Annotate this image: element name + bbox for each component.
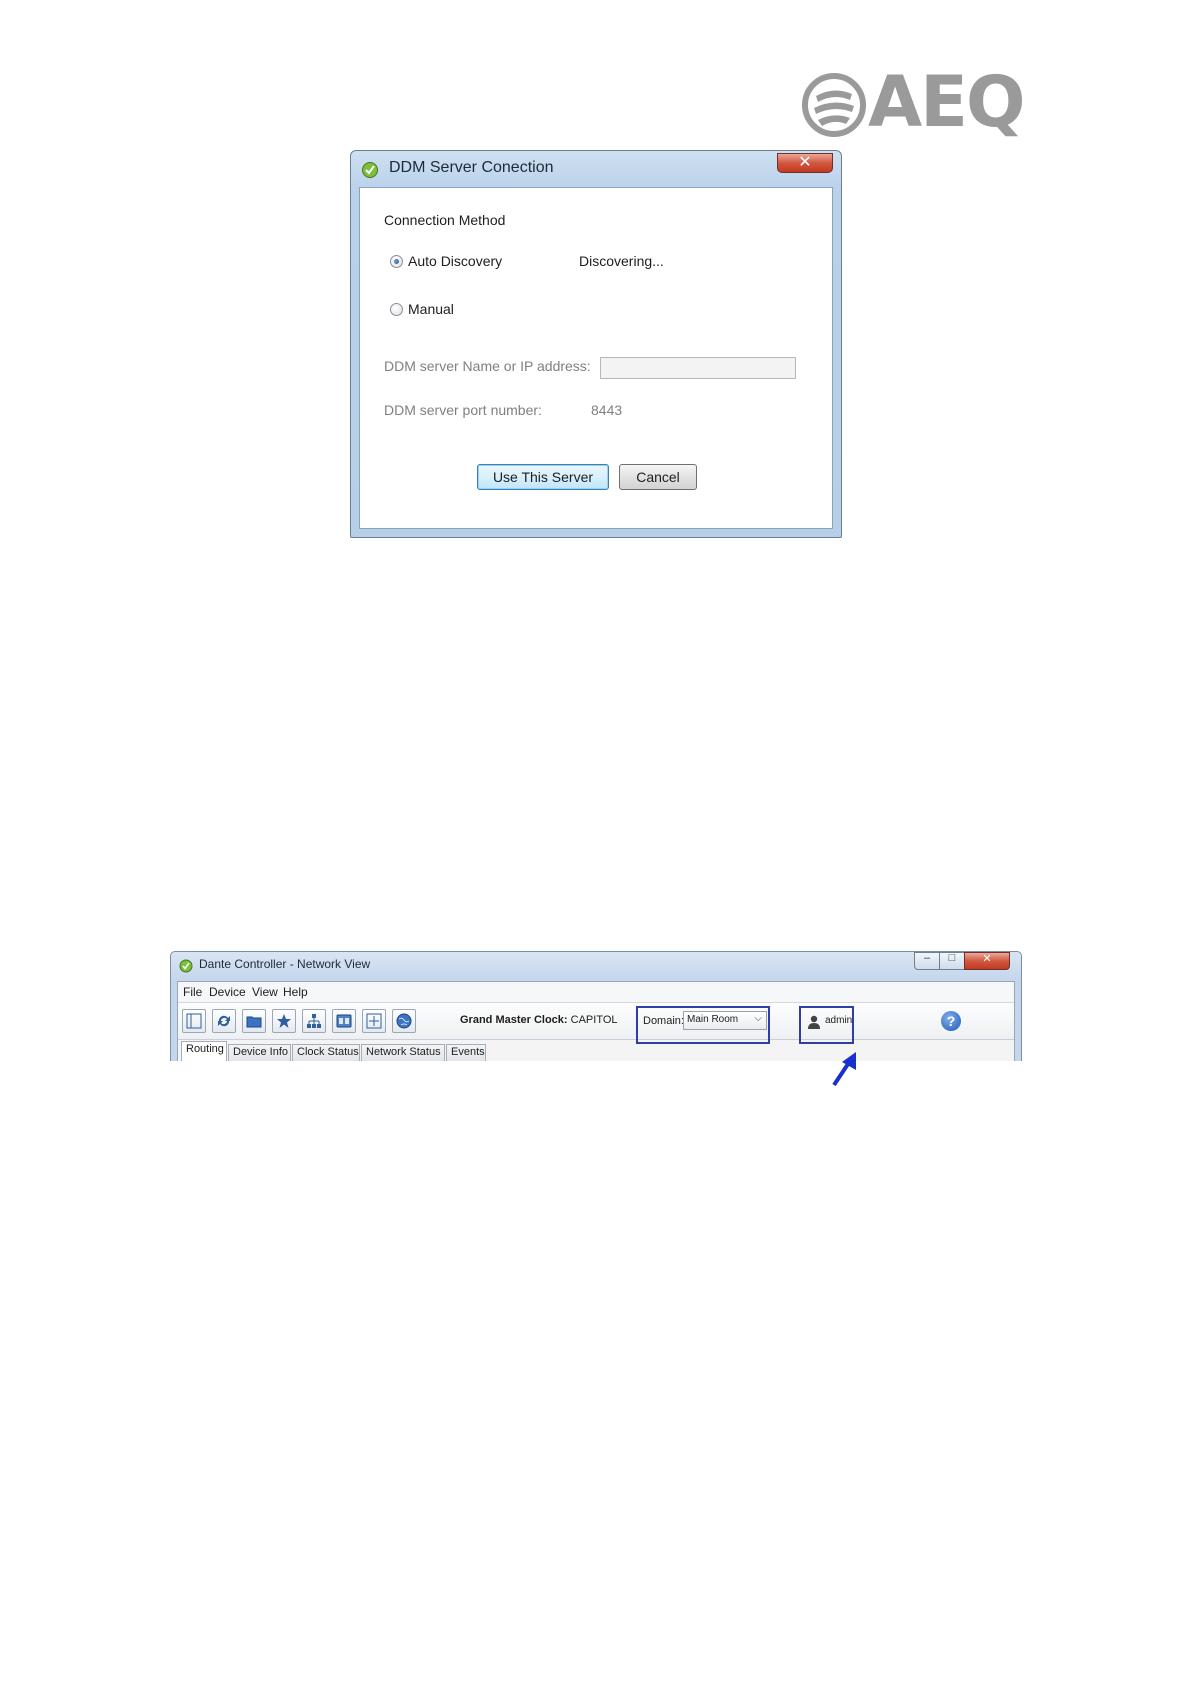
annotation-arrow-icon bbox=[832, 1052, 856, 1087]
menu-bar: File Device View Help bbox=[178, 982, 1014, 1003]
aeq-logo-text: AEQ bbox=[868, 61, 1025, 143]
tab-network-status[interactable]: Network Status bbox=[361, 1044, 445, 1061]
port-value: 8443 bbox=[591, 402, 623, 418]
close-icon: ✕ bbox=[982, 953, 992, 965]
tab-events[interactable]: Events bbox=[446, 1044, 486, 1061]
auto-discovery-radio[interactable] bbox=[390, 255, 403, 268]
minimize-button[interactable]: – bbox=[914, 952, 940, 970]
grand-master-clock: Grand Master Clock: CAPITOL bbox=[460, 1014, 618, 1026]
user-name[interactable]: admin bbox=[825, 1015, 852, 1026]
dante-app-icon bbox=[362, 162, 378, 178]
maximize-button[interactable]: □ bbox=[939, 952, 965, 970]
dialog-close-button[interactable]: ✕ bbox=[777, 153, 833, 173]
device-view-icon[interactable] bbox=[332, 1009, 356, 1033]
connection-method-label: Connection Method bbox=[384, 212, 506, 228]
tab-device-info[interactable]: Device Info bbox=[228, 1044, 291, 1061]
window-title: Dante Controller - Network View bbox=[199, 957, 371, 971]
server-name-input[interactable] bbox=[600, 357, 796, 379]
add-icon[interactable] bbox=[362, 1009, 386, 1033]
domain-value: Main Room bbox=[687, 1014, 739, 1025]
dialog-body: Connection Method Auto Discovery Discove… bbox=[359, 187, 833, 529]
grand-master-label: Grand Master Clock: bbox=[460, 1014, 568, 1026]
cancel-button[interactable]: Cancel bbox=[619, 464, 697, 490]
domain-select[interactable]: Main Room ⌵ bbox=[683, 1011, 767, 1030]
manual-radio[interactable] bbox=[390, 303, 403, 316]
server-name-label: DDM server Name or IP address: bbox=[384, 358, 591, 374]
tab-routing[interactable]: Routing bbox=[181, 1041, 227, 1061]
open-folder-icon[interactable] bbox=[242, 1009, 266, 1033]
discovery-status: Discovering... bbox=[579, 253, 664, 269]
minimize-icon: – bbox=[923, 952, 931, 964]
menu-view[interactable]: View bbox=[252, 985, 278, 999]
aeq-logo: AEQ bbox=[802, 62, 1025, 142]
menu-help[interactable]: Help bbox=[283, 985, 308, 999]
chevron-down-icon: ⌵ bbox=[754, 1013, 762, 1024]
aeq-logo-mark bbox=[802, 73, 866, 137]
manual-label[interactable]: Manual bbox=[408, 301, 454, 317]
port-label: DDM server port number: bbox=[384, 402, 542, 418]
close-icon: ✕ bbox=[798, 154, 812, 171]
tab-clock-status[interactable]: Clock Status bbox=[292, 1044, 360, 1061]
menu-device[interactable]: Device bbox=[209, 985, 246, 999]
help-icon[interactable]: ? bbox=[941, 1011, 961, 1031]
menu-file[interactable]: File bbox=[183, 985, 202, 999]
grand-master-value: CAPITOL bbox=[570, 1014, 618, 1026]
network-tree-icon[interactable] bbox=[302, 1009, 326, 1033]
app-client-area: File Device View Help Grand Master Clock… bbox=[177, 981, 1015, 1061]
favorite-star-icon[interactable] bbox=[272, 1009, 296, 1033]
refresh-icon[interactable] bbox=[212, 1009, 236, 1033]
toolbar: Grand Master Clock: CAPITOL Domain: Main… bbox=[178, 1003, 1014, 1044]
dante-app-icon bbox=[179, 959, 193, 973]
dialog-title: DDM Server Conection bbox=[389, 159, 554, 176]
window-close-button[interactable]: ✕ bbox=[964, 952, 1010, 970]
domain-label: Domain: bbox=[643, 1015, 684, 1027]
globe-icon[interactable] bbox=[392, 1009, 416, 1033]
panel-toggle-icon[interactable] bbox=[182, 1009, 206, 1033]
maximize-icon: □ bbox=[948, 952, 956, 964]
ddm-server-connection-dialog: DDM Server Conection ✕ Connection Method… bbox=[350, 150, 842, 538]
dante-controller-window: Dante Controller - Network View – □ ✕ Fi… bbox=[170, 951, 1022, 1061]
use-this-server-button[interactable]: Use This Server bbox=[477, 464, 609, 490]
view-tabs: Routing Device Info Clock Status Network… bbox=[178, 1040, 1014, 1061]
user-icon bbox=[808, 1015, 820, 1029]
auto-discovery-label[interactable]: Auto Discovery bbox=[408, 253, 502, 269]
